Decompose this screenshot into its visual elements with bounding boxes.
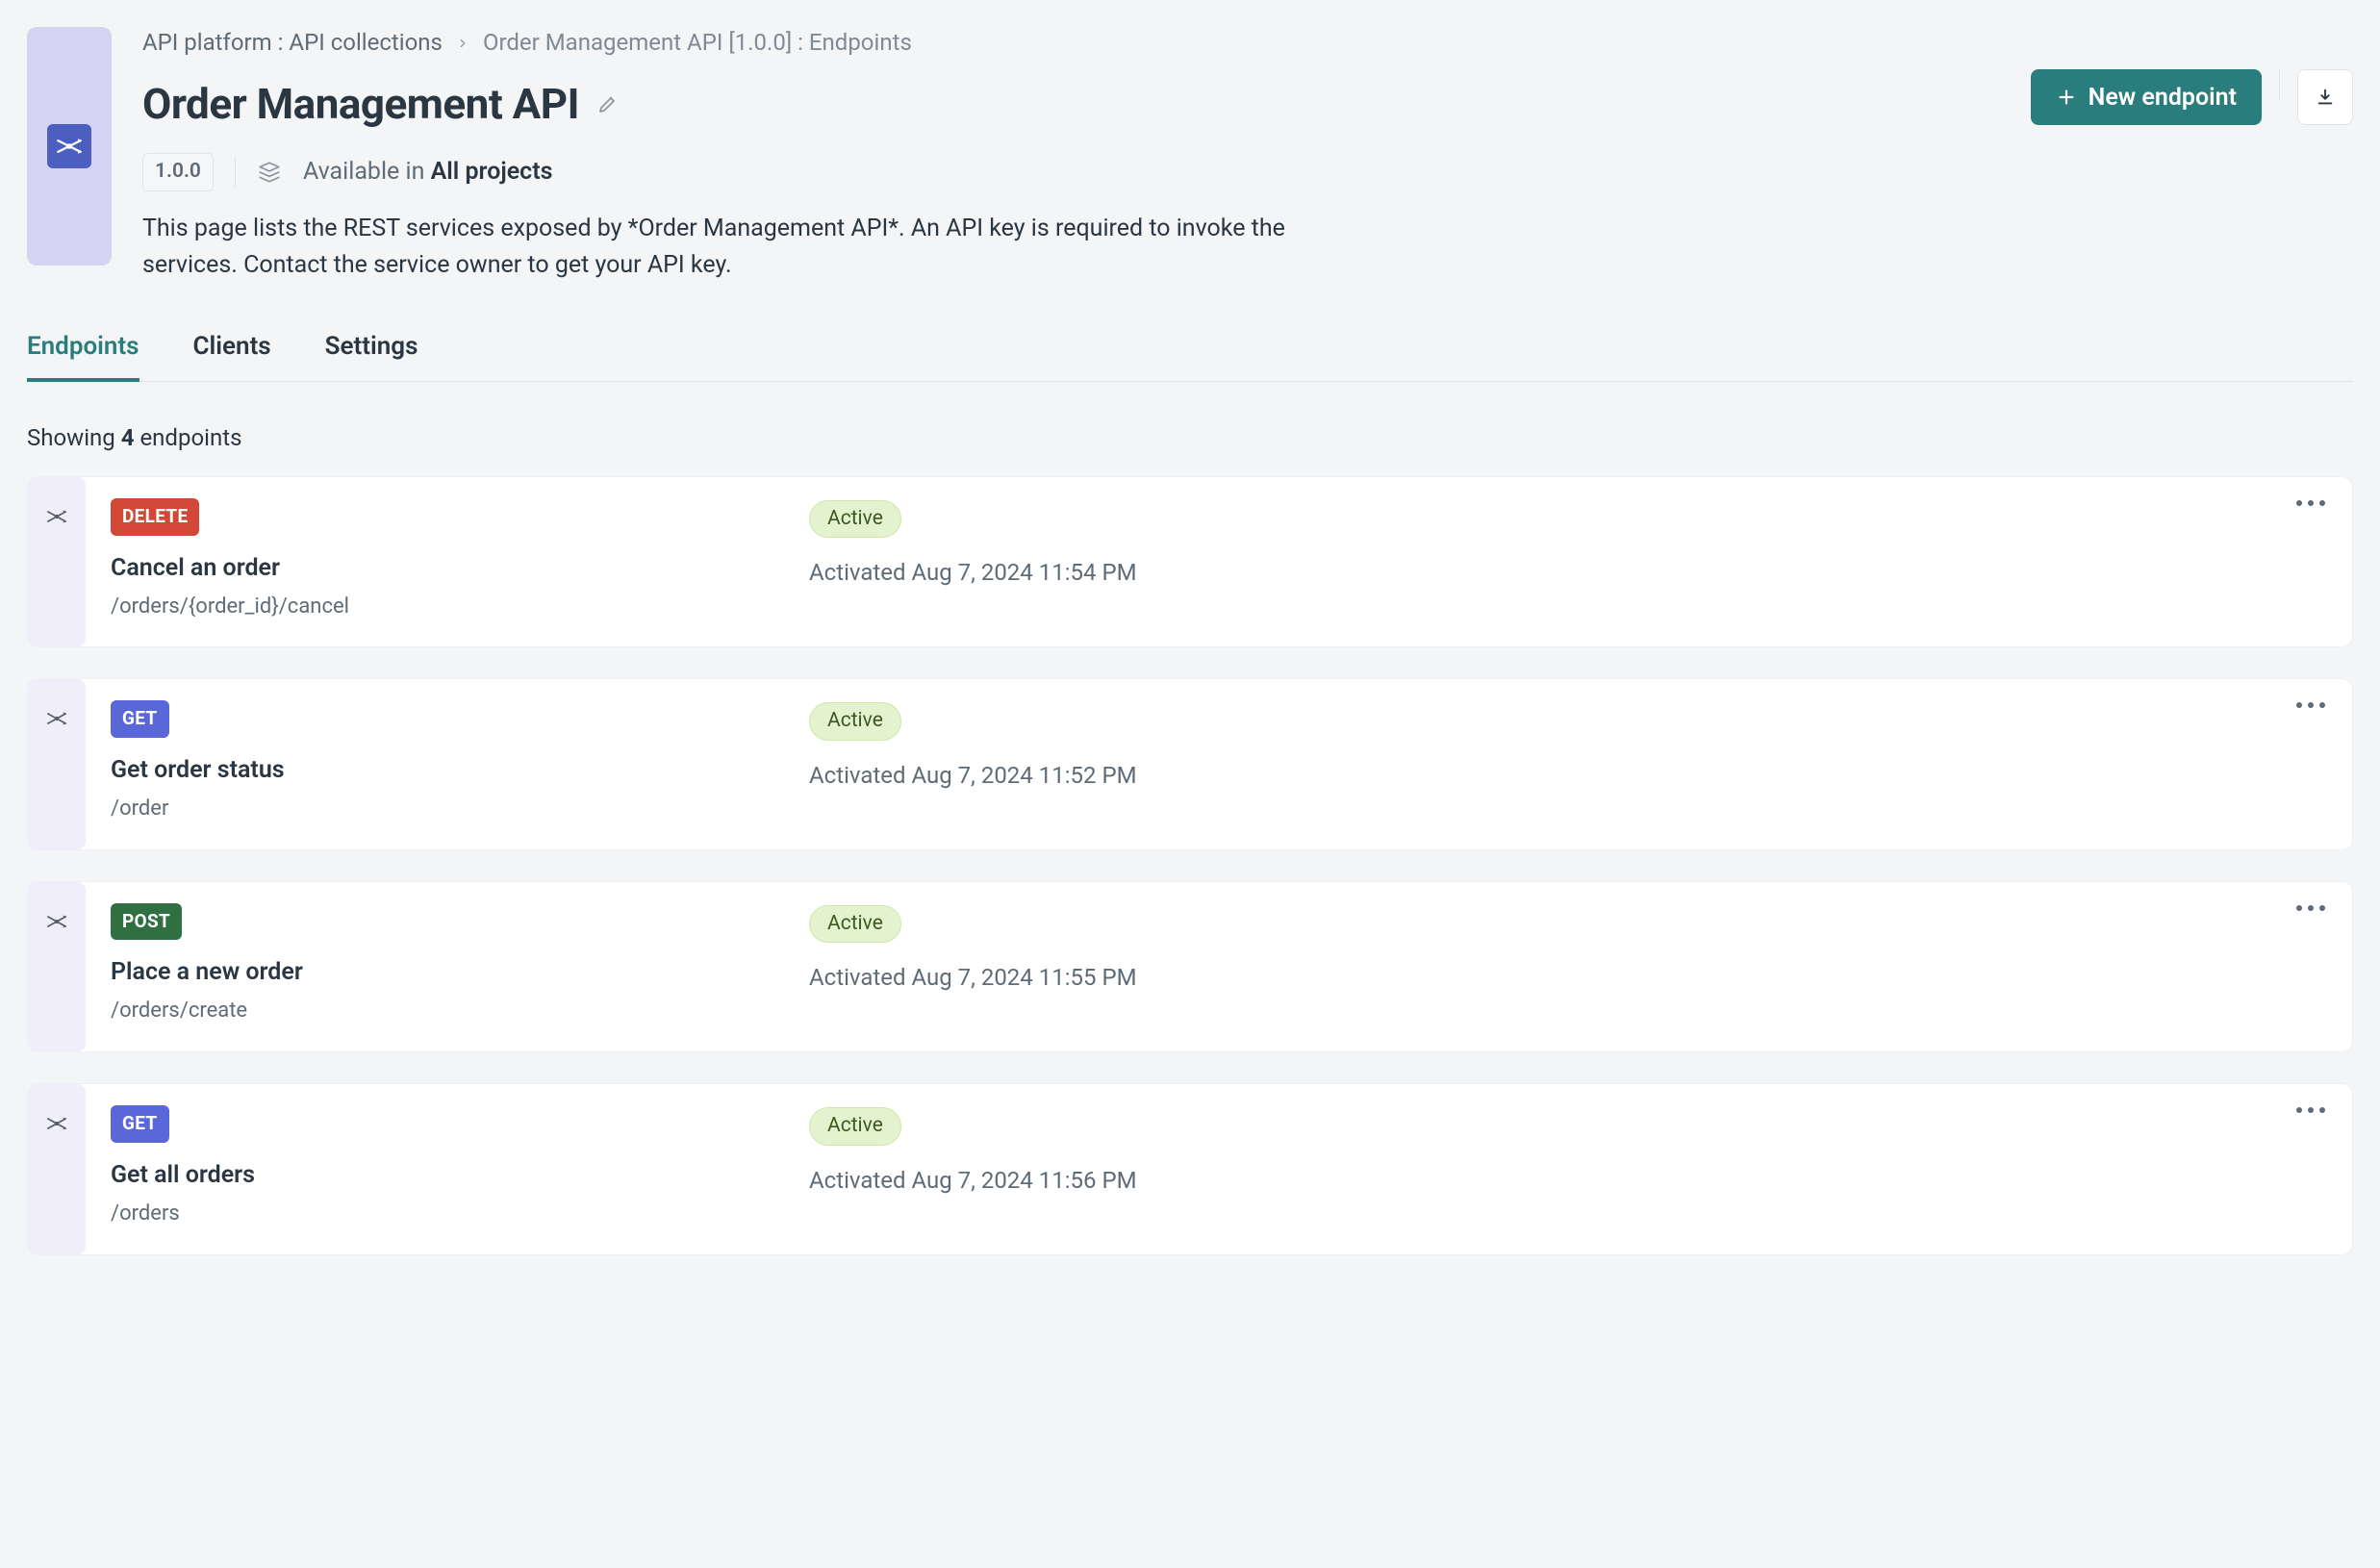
flow-icon xyxy=(44,909,69,944)
endpoint-title: Place a new order xyxy=(111,955,784,989)
chevron-right-icon xyxy=(456,37,469,50)
plus-icon xyxy=(2056,87,2077,108)
http-method-badge: POST xyxy=(111,903,182,941)
count-prefix: Showing xyxy=(27,424,115,451)
endpoint-card[interactable]: POST Place a new order/orders/create Activ… xyxy=(27,881,2353,1052)
http-method-badge: DELETE xyxy=(111,498,199,536)
endpoint-type-icon xyxy=(28,679,86,848)
download-button[interactable] xyxy=(2297,69,2353,125)
endpoint-type-icon xyxy=(28,1084,86,1253)
breadcrumb: API platform : API collections Order Man… xyxy=(142,27,2000,60)
status-badge: Active xyxy=(809,905,901,943)
breadcrumb-current: Order Management API [1.0.0] : Endpoints xyxy=(483,27,912,60)
endpoint-title: Get order status xyxy=(111,753,784,787)
count-value: 4 xyxy=(121,424,135,451)
endpoint-type-icon xyxy=(28,477,86,646)
download-icon xyxy=(2315,87,2336,108)
count-suffix: endpoints xyxy=(139,424,241,451)
more-actions-button[interactable] xyxy=(2294,903,2327,913)
http-method-badge: GET xyxy=(111,700,169,738)
tabs: Endpoints Clients Settings xyxy=(27,329,2353,382)
page-title: Order Management API xyxy=(142,75,579,135)
endpoint-card[interactable]: GET Get all orders/orders Active Activated … xyxy=(27,1083,2353,1254)
http-method-badge: GET xyxy=(111,1105,169,1143)
endpoint-count: Showing 4 endpoints xyxy=(27,422,2353,455)
activated-timestamp: Activated Aug 7, 2024 11:52 PM xyxy=(809,760,2327,793)
edit-title-button[interactable] xyxy=(596,92,620,115)
divider xyxy=(235,157,236,188)
availability-prefix: Available in xyxy=(303,158,424,186)
endpoint-path: /order xyxy=(111,795,784,824)
activated-timestamp: Activated Aug 7, 2024 11:54 PM xyxy=(809,557,2327,590)
tab-clients[interactable]: Clients xyxy=(193,329,271,381)
endpoint-card[interactable]: GET Get order status/order Active Activated… xyxy=(27,678,2353,849)
endpoint-title: Get all orders xyxy=(111,1158,784,1192)
endpoint-title: Cancel an order xyxy=(111,551,784,585)
endpoint-path: /orders/{order_id}/cancel xyxy=(111,593,784,622)
flow-icon xyxy=(44,1111,69,1146)
endpoint-type-icon xyxy=(28,882,86,1051)
api-description: This page lists the REST services expose… xyxy=(142,211,1374,286)
status-badge: Active xyxy=(809,1107,901,1145)
new-endpoint-button[interactable]: New endpoint xyxy=(2031,69,2262,125)
new-endpoint-label: New endpoint xyxy=(2089,84,2237,112)
projects-icon xyxy=(257,160,282,185)
activated-timestamp: Activated Aug 7, 2024 11:55 PM xyxy=(809,962,2327,995)
flow-icon xyxy=(44,504,69,539)
flow-icon xyxy=(55,132,84,161)
more-actions-button[interactable] xyxy=(2294,1105,2327,1115)
endpoint-card[interactable]: DELETE Cancel an order/orders/{order_id}/… xyxy=(27,476,2353,647)
endpoint-path: /orders/create xyxy=(111,997,784,1026)
divider xyxy=(2279,69,2280,100)
tab-endpoints[interactable]: Endpoints xyxy=(27,329,139,381)
status-badge: Active xyxy=(809,702,901,740)
breadcrumb-root[interactable]: API platform : API collections xyxy=(142,27,443,60)
endpoint-path: /orders xyxy=(111,1200,784,1229)
more-actions-button[interactable] xyxy=(2294,700,2327,710)
flow-icon xyxy=(44,706,69,741)
tab-settings[interactable]: Settings xyxy=(325,329,418,381)
availability-scope: All projects xyxy=(431,158,553,186)
activated-timestamp: Activated Aug 7, 2024 11:56 PM xyxy=(809,1165,2327,1198)
version-badge: 1.0.0 xyxy=(142,153,214,190)
status-badge: Active xyxy=(809,500,901,538)
more-actions-button[interactable] xyxy=(2294,498,2327,508)
api-collection-hero-icon xyxy=(27,27,112,266)
